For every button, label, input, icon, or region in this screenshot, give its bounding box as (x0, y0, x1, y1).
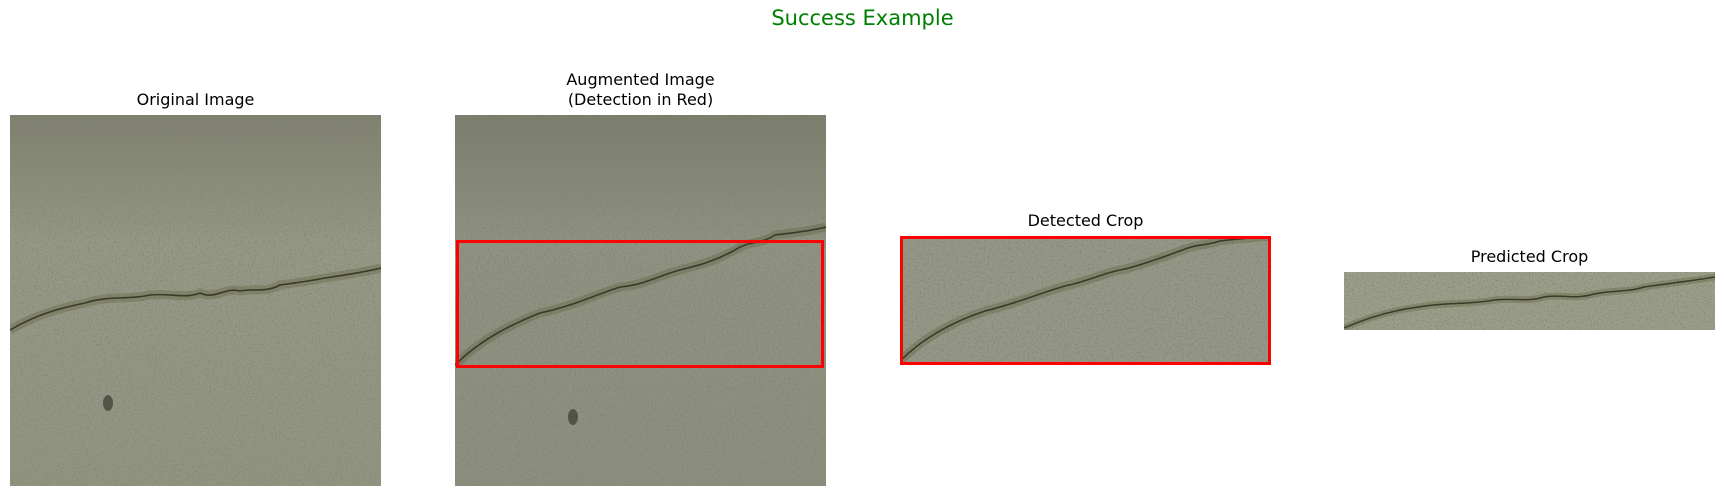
predicted-crop (1344, 272, 1715, 330)
original-image (10, 115, 381, 486)
detected-crop-border (900, 236, 1271, 365)
detection-box (456, 240, 824, 368)
augmented-image (455, 115, 826, 486)
figure-suptitle: Success Example (771, 6, 954, 30)
predicted-crop-title: Predicted Crop (1470, 247, 1589, 266)
original-image-title: Original Image (136, 90, 255, 109)
detected-crop (900, 236, 1271, 365)
augmented-image-title: Augmented Image (Detection in Red) (566, 70, 715, 109)
detected-crop-title: Detected Crop (1027, 211, 1144, 230)
